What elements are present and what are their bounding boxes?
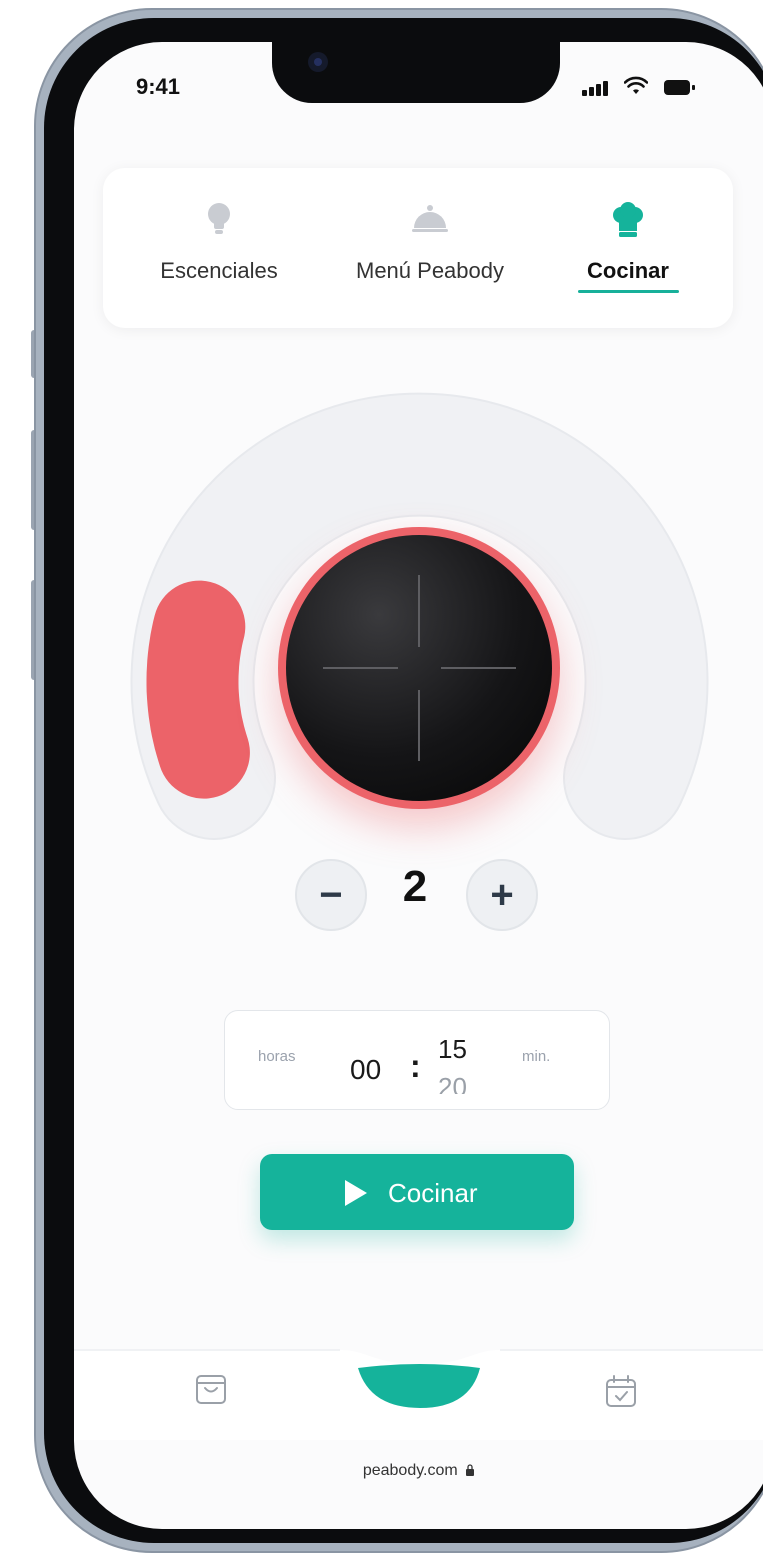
calendar-check-icon[interactable] [604, 1374, 638, 1410]
url-text: peabody.com [362, 1462, 458, 1479]
hours-label: horas [258, 1048, 296, 1065]
plus-icon: + [490, 872, 514, 917]
decrease-button[interactable]: − [295, 859, 367, 931]
url-bar[interactable]: peabody.com [0, 1462, 763, 1480]
time-separator: : [410, 1048, 421, 1084]
lock-icon [466, 1464, 475, 1476]
cook-button[interactable]: Cocinar [260, 1154, 574, 1230]
hours-value[interactable]: 00 [350, 1054, 381, 1086]
minutes-label: min. [522, 1048, 551, 1065]
minutes-next-value[interactable]: 20 [438, 1074, 467, 1094]
heat-level-fill [146, 580, 250, 799]
play-icon [345, 1180, 367, 1206]
heat-level-value: 2 [402, 862, 428, 911]
minutes-value[interactable]: 15 [438, 1034, 467, 1065]
heat-knob[interactable] [278, 527, 560, 809]
cook-button-label: Cocinar [388, 1178, 478, 1208]
heat-knob-face [286, 535, 552, 801]
shopping-bag-icon[interactable] [194, 1370, 228, 1406]
knob-crosshair [323, 575, 516, 761]
increase-button[interactable]: + [466, 859, 538, 931]
minus-icon: − [319, 872, 343, 917]
